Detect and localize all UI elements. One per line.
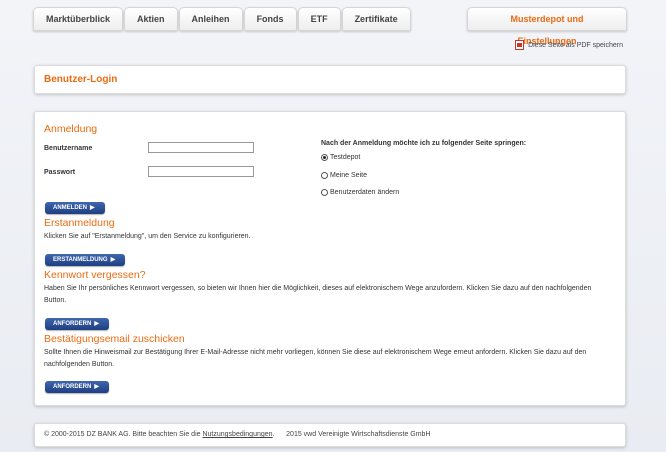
username-input[interactable]	[148, 142, 254, 153]
radio-label: Testdepot	[330, 154, 361, 161]
arrow-right-icon: ▶	[90, 205, 95, 211]
copyright-text: © 2000-2015 DZ BANK AG. Bitte beachten S…	[44, 431, 201, 438]
register-button-label: ERSTANMELDUNG	[53, 257, 108, 263]
pdf-save-label: Diese Seite als PDF speichern	[528, 41, 623, 49]
register-text: Klicken Sie auf "Erstanmeldung", um den …	[44, 233, 251, 240]
page-title: Benutzer-Login	[44, 74, 118, 85]
forgot-title: Kennwort vergessen?	[44, 269, 146, 281]
redirect-title: Nach der Anmeldung möchte ich zu folgend…	[321, 140, 527, 147]
forgot-button[interactable]: ANFORDERN ▶	[45, 318, 109, 330]
tab-zertifikate[interactable]: Zertifikate	[341, 7, 411, 31]
main-nav: Marktüberblick Aktien Anleihen Fonds ETF…	[33, 7, 412, 31]
arrow-right-icon: ▶	[94, 321, 99, 327]
confirm-text: Sollte Ihnen die Hinweismail zur Bestäti…	[44, 349, 587, 368]
header-panel: Benutzer-Login	[34, 65, 626, 94]
tab-marktueberblick[interactable]: Marktüberblick	[33, 7, 124, 31]
radio-option-meine-seite[interactable]: Meine Seite	[321, 172, 367, 179]
register-title: Erstanmeldung	[44, 217, 115, 229]
footer-text: © 2000-2015 DZ BANK AG. Bitte beachten S…	[44, 431, 431, 438]
tab-musterdepot[interactable]: Musterdepot und Einstellungen	[467, 7, 627, 46]
confirm-title: Bestätigungsemail zuschicken	[44, 333, 185, 345]
tab-etf[interactable]: ETF	[297, 7, 341, 31]
login-button-label: ANMELDEN	[53, 205, 87, 211]
radio-checked-icon	[321, 154, 328, 161]
tab-aktien[interactable]: Aktien	[124, 7, 178, 31]
forgot-button-label: ANFORDERN	[53, 321, 92, 327]
tab-fonds[interactable]: Fonds	[243, 7, 297, 31]
login-title: Anmeldung	[44, 123, 98, 135]
arrow-right-icon: ▶	[110, 257, 116, 263]
radio-icon	[321, 172, 328, 179]
footer-panel: © 2000-2015 DZ BANK AG. Bitte beachten S…	[34, 423, 626, 447]
radio-icon	[321, 189, 328, 196]
radio-option-benutzerdaten[interactable]: Benutzerdaten ändern	[321, 189, 399, 196]
arrow-right-icon: ▶	[94, 384, 99, 390]
forgot-text: Haben Sie Ihr persönliches Kennwort verg…	[44, 285, 592, 304]
confirm-button[interactable]: ANFORDERN ▶	[45, 381, 109, 393]
username-label: Benutzername	[44, 145, 93, 152]
footer-suffix: . 2015 vwd Vereinigte Wirtschaftsdienste…	[272, 431, 431, 438]
pdf-icon	[515, 40, 525, 50]
pdf-save-link[interactable]: Diese Seite als PDF speichern	[515, 40, 623, 50]
radio-option-testdepot[interactable]: Testdepot	[321, 154, 360, 161]
radio-label: Benutzerdaten ändern	[330, 189, 400, 196]
main-panel: Anmeldung Benutzername Passwort Nach der…	[34, 111, 626, 406]
register-button[interactable]: ERSTANMELDUNG ▶	[45, 254, 126, 266]
password-label: Passwort	[44, 169, 76, 176]
terms-link[interactable]: Nutzungsbedingungen	[202, 431, 272, 438]
tab-anleihen[interactable]: Anleihen	[178, 7, 243, 31]
radio-label: Meine Seite	[330, 172, 367, 179]
confirm-button-label: ANFORDERN	[53, 384, 92, 390]
login-button[interactable]: ANMELDEN ▶	[45, 202, 105, 214]
password-input[interactable]	[148, 166, 254, 177]
